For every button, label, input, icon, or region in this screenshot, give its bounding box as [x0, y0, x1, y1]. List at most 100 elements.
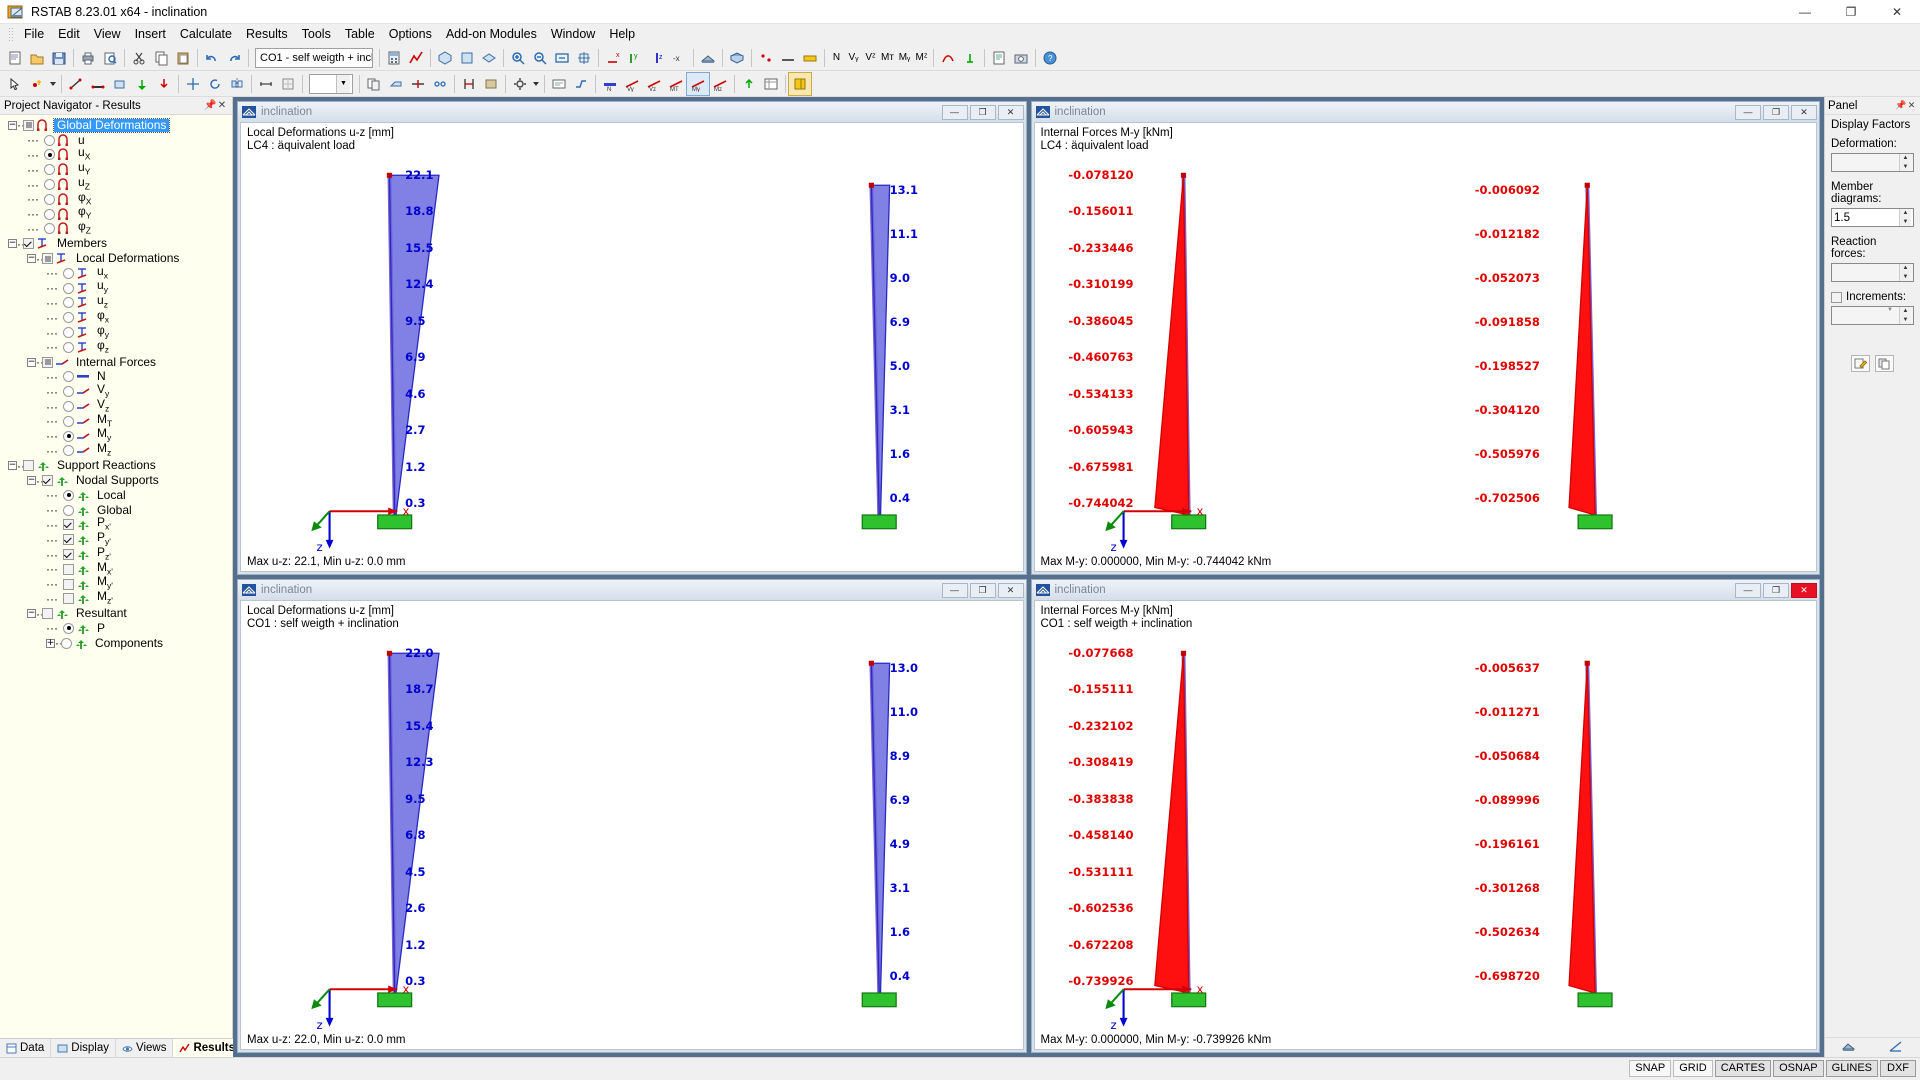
- axis-neg-icon[interactable]: -x: [668, 47, 690, 69]
- zoom-all-icon[interactable]: [551, 47, 573, 69]
- cut-icon[interactable]: [128, 47, 150, 69]
- diagram-canvas[interactable]: Local Deformations u-z [mm]LC4 : äquival…: [240, 122, 1024, 572]
- spinner-up-icon[interactable]: ▲: [1900, 154, 1911, 163]
- tree-checkbox-mx[interactable]: [63, 564, 74, 575]
- reaction-forces-stepper[interactable]: ▲ ▼: [1899, 264, 1911, 281]
- tree-radio-ux[interactable]: [44, 149, 55, 160]
- tree-radio-z[interactable]: [63, 342, 74, 353]
- tree-expander-nodal-supports[interactable]: −: [27, 476, 36, 485]
- chevron-down-icon[interactable]: [531, 73, 541, 95]
- mdi-minimize-button[interactable]: —: [942, 583, 968, 598]
- tree-item-members[interactable]: −··Members: [0, 236, 232, 251]
- divide-icon[interactable]: [407, 73, 429, 95]
- tree-item-vz[interactable]: ···Vz: [0, 399, 232, 414]
- result-vy-icon[interactable]: Vy: [621, 73, 643, 95]
- diagram-canvas[interactable]: Internal Forces M-y [kNm]CO1 : self weig…: [1034, 600, 1818, 1050]
- tree-checkbox-members[interactable]: [23, 238, 34, 249]
- mdi-restore-button[interactable]: ❐: [970, 105, 996, 120]
- mdi-minimize-button[interactable]: —: [942, 105, 968, 120]
- result-mt-icon[interactable]: MT: [665, 73, 687, 95]
- tree-item-global-deformations[interactable]: −··Global Deformations: [0, 118, 232, 133]
- mdi-restore-button[interactable]: ❐: [1763, 105, 1789, 120]
- increments-checkbox[interactable]: [1831, 292, 1842, 303]
- force-mt-button[interactable]: Mᴛ: [879, 47, 896, 69]
- mdi-title-bar[interactable]: inclination—❐✕: [1032, 102, 1820, 122]
- increments-combo[interactable]: ▼ ▲ ▼: [1831, 306, 1914, 325]
- tree-checkbox-global-deformations[interactable]: [23, 120, 34, 131]
- tree-item-py[interactable]: ···Py': [0, 532, 232, 547]
- status-cartes-button[interactable]: CARTES: [1715, 1060, 1771, 1077]
- mdi-minimize-button[interactable]: —: [1735, 105, 1761, 120]
- tree-item-uz[interactable]: ···uz: [0, 296, 232, 311]
- panel-toggle-icon[interactable]: [789, 73, 811, 95]
- status-osnap-button[interactable]: OSNAP: [1773, 1060, 1824, 1077]
- status-grid-button[interactable]: GRID: [1673, 1060, 1713, 1077]
- tree-item-internal-forces[interactable]: −··Internal Forces: [0, 355, 232, 370]
- redo-icon[interactable]: [223, 47, 245, 69]
- tree-item-local[interactable]: ···Local: [0, 488, 232, 503]
- section-icon[interactable]: [458, 73, 480, 95]
- tab-views[interactable]: Views: [116, 1039, 173, 1057]
- copy-icon[interactable]: [1875, 355, 1894, 372]
- menu-calculate[interactable]: Calculate: [173, 25, 239, 43]
- tree-expander-internal-forces[interactable]: −: [27, 358, 36, 367]
- zoom-in-icon[interactable]: [507, 47, 529, 69]
- axis-y-icon[interactable]: y: [624, 47, 646, 69]
- chevron-down-icon[interactable]: [48, 73, 58, 95]
- material-icon[interactable]: [480, 73, 502, 95]
- menu-insert[interactable]: Insert: [128, 25, 173, 43]
- force-vy-button[interactable]: Vᵧ: [845, 47, 862, 69]
- mdi-restore-button[interactable]: ❐: [970, 583, 996, 598]
- tree-item-mz[interactable]: ···Mz: [0, 444, 232, 459]
- force-n-button[interactable]: N: [828, 47, 845, 69]
- maximize-button[interactable]: ❐: [1828, 0, 1874, 24]
- axis-z-icon[interactable]: z: [646, 47, 668, 69]
- open-icon[interactable]: [26, 47, 48, 69]
- mdi-close-button[interactable]: ✕: [998, 105, 1024, 120]
- results-tree[interactable]: −··Global Deformations···u···uX···uY···u…: [0, 115, 232, 1038]
- copy-icon[interactable]: [150, 47, 172, 69]
- tree-radio-vz[interactable]: [63, 401, 74, 412]
- print-icon[interactable]: [77, 47, 99, 69]
- tree-item-nodal-supports[interactable]: −··Nodal Supports: [0, 473, 232, 488]
- spinner-down-icon[interactable]: ▼: [1900, 163, 1911, 172]
- tree-item-uy[interactable]: ···uY: [0, 162, 232, 177]
- view-scale-combo[interactable]: ▼: [309, 74, 353, 94]
- axis-x-icon[interactable]: x: [602, 47, 624, 69]
- menu-view[interactable]: View: [87, 25, 128, 43]
- support-forces-icon[interactable]: [738, 73, 760, 95]
- vp-bottom-right[interactable]: inclination—❐✕Internal Forces M-y [kNm]C…: [1031, 579, 1821, 1053]
- mdi-restore-button[interactable]: ❐: [1763, 583, 1789, 598]
- tab-results[interactable]: Results: [173, 1039, 242, 1057]
- tree-item-local-deformations[interactable]: −··Local Deformations: [0, 251, 232, 266]
- mdi-close-button[interactable]: ✕: [1791, 583, 1817, 598]
- new-support-icon[interactable]: [131, 73, 153, 95]
- extrude-icon[interactable]: [385, 73, 407, 95]
- tree-radio-uy[interactable]: [44, 164, 55, 175]
- tree-expander-global-deformations[interactable]: −: [8, 121, 17, 130]
- tab-data[interactable]: Data: [0, 1039, 51, 1057]
- result-n-icon[interactable]: N: [599, 73, 621, 95]
- dimension-icon[interactable]: [255, 73, 277, 95]
- tree-checkbox-support-reactions[interactable]: [23, 460, 34, 471]
- spinner-down-icon[interactable]: ▼: [1900, 218, 1911, 227]
- tree-item-p[interactable]: ···P: [0, 621, 232, 636]
- tree-radio-u[interactable]: [44, 135, 55, 146]
- tree-item-z[interactable]: ···φz: [0, 340, 232, 355]
- new-load-icon[interactable]: [153, 73, 175, 95]
- render-icon[interactable]: [1842, 1040, 1856, 1056]
- tree-item-z[interactable]: ···φZ: [0, 222, 232, 237]
- tree-item-uz[interactable]: ···uZ: [0, 177, 232, 192]
- tree-item-components[interactable]: +··Components: [0, 636, 232, 651]
- mdi-title-bar[interactable]: inclination—❐✕: [238, 580, 1026, 600]
- new-surface-icon[interactable]: [109, 73, 131, 95]
- tree-item-ux[interactable]: ···ux: [0, 266, 232, 281]
- result-table-icon[interactable]: [760, 73, 782, 95]
- tree-expander-support-reactions[interactable]: −: [8, 461, 17, 470]
- mdi-minimize-button[interactable]: —: [1735, 583, 1761, 598]
- render-mode-icon[interactable]: [697, 47, 719, 69]
- tree-item-pz[interactable]: ···Pz': [0, 547, 232, 562]
- menu-tools[interactable]: Tools: [295, 25, 338, 43]
- tree-item-mt[interactable]: ···MT: [0, 414, 232, 429]
- tree-item-resultant[interactable]: −··Resultant: [0, 606, 232, 621]
